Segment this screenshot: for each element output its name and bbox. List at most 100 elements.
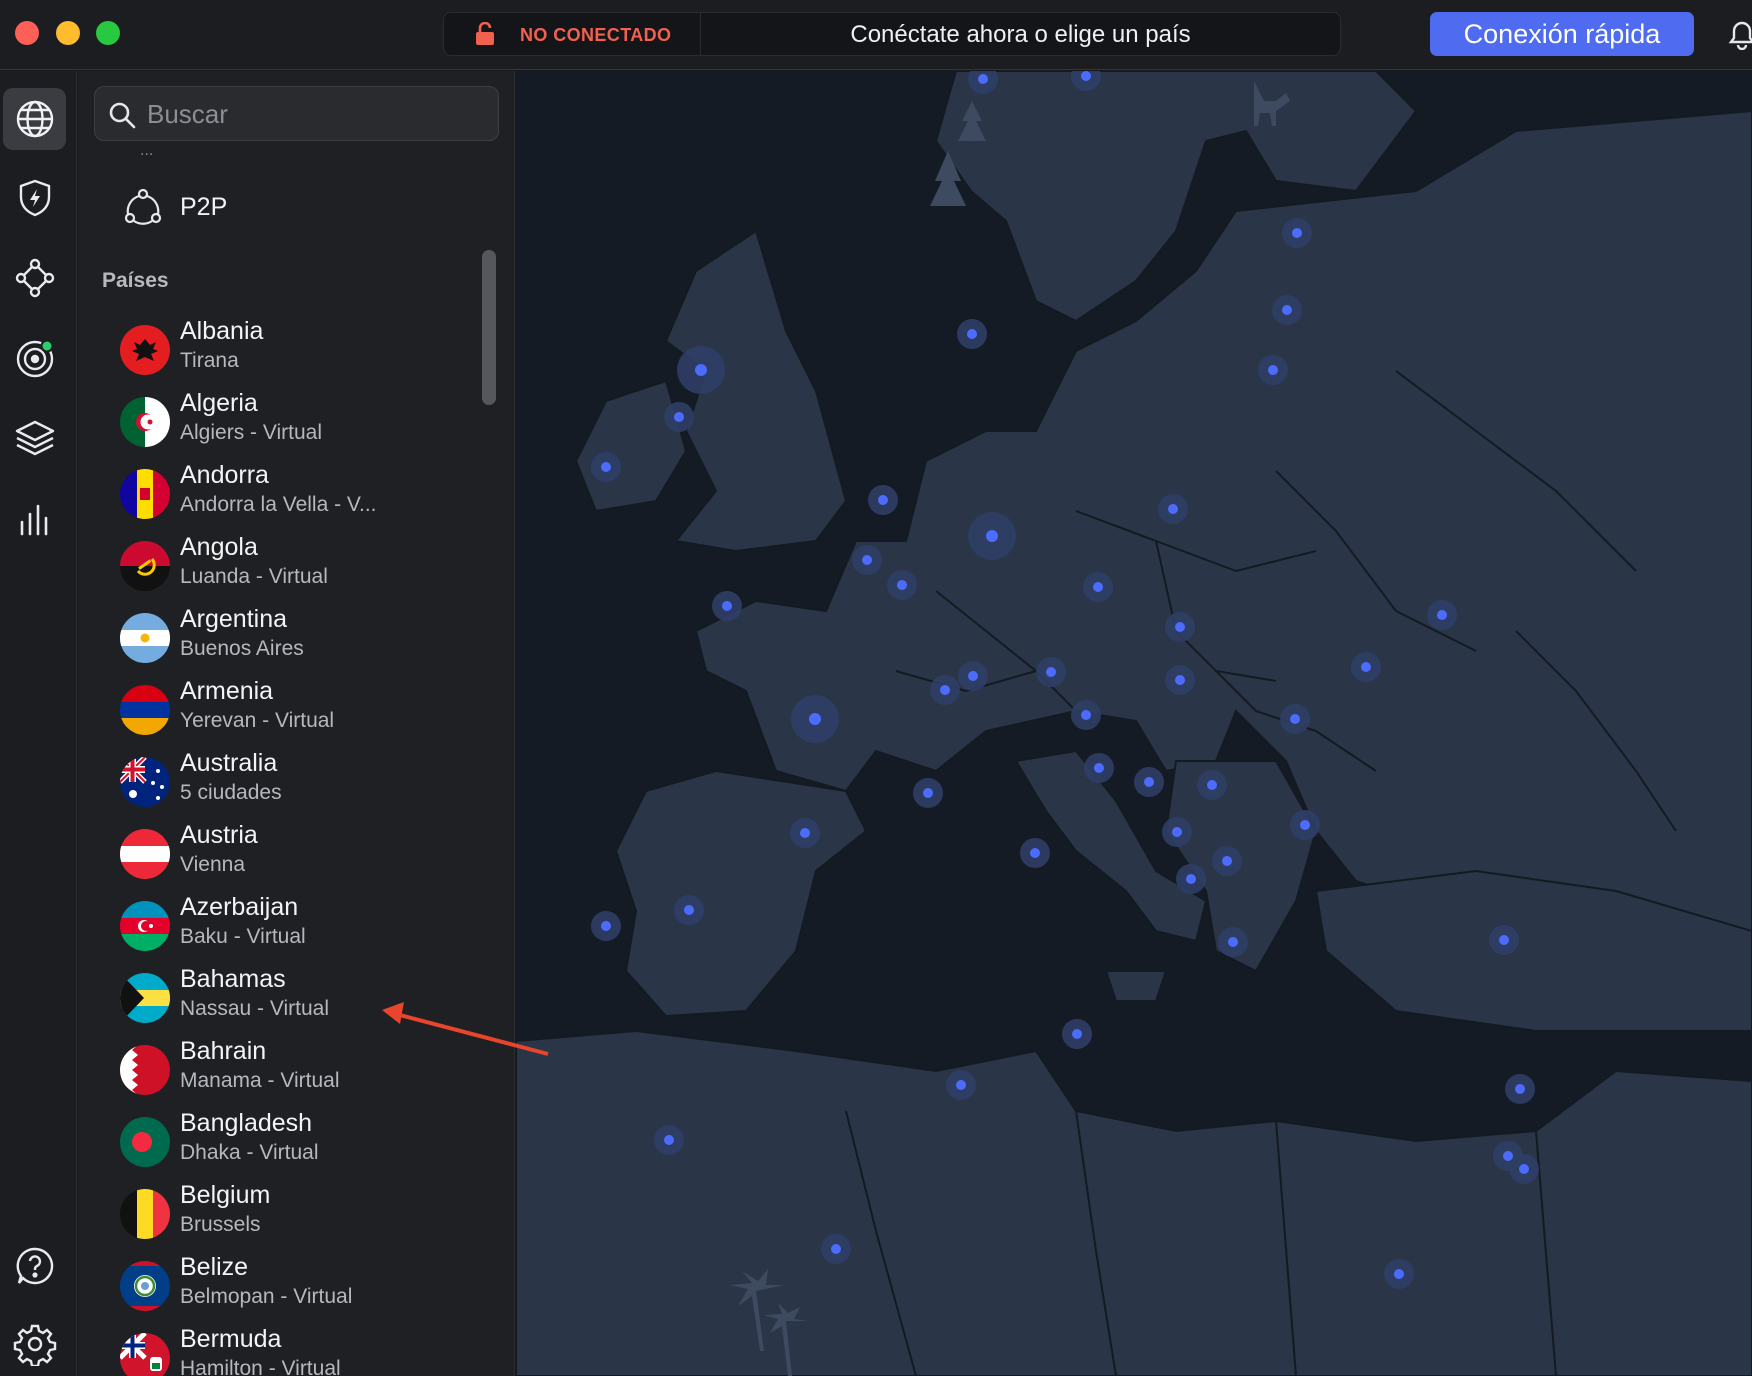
belize-flag-icon <box>120 1261 170 1311</box>
help-icon <box>16 1247 53 1285</box>
country-item-angola[interactable]: Angola Luanda - Virtual <box>120 533 460 595</box>
country-city: Manama - Virtual <box>180 1069 340 1092</box>
country-item-bermuda[interactable]: Bermuda Hamilton - Virtual <box>120 1325 460 1376</box>
country-city: 5 ciudades <box>180 781 282 804</box>
country-city: Buenos Aires <box>180 637 304 660</box>
argentina-flag-icon <box>120 613 170 663</box>
rail-settings-button[interactable] <box>3 1313 66 1375</box>
country-item-armenia[interactable]: Armenia Yerevan - Virtual <box>120 677 460 739</box>
rail-threat-protection-button[interactable] <box>3 167 66 229</box>
country-name: Andorra <box>180 461 269 489</box>
bangladesh-flag-icon <box>120 1117 170 1167</box>
country-name: Australia <box>180 749 278 777</box>
connection-status: NO CONECTADO <box>444 13 701 55</box>
gear-icon <box>13 1324 56 1366</box>
country-name: Azerbaijan <box>180 893 299 921</box>
europe-map <box>516 71 1752 1376</box>
country-name: Bahrain <box>180 1037 267 1065</box>
rail-help-button[interactable] <box>3 1235 66 1297</box>
country-city: Dhaka - Virtual <box>180 1141 319 1164</box>
p2p-item[interactable]: P2P <box>122 182 227 232</box>
country-city: Andorra la Vella - V... <box>180 493 377 516</box>
server-map[interactable] <box>516 71 1752 1376</box>
country-name: Albania <box>180 317 264 345</box>
country-name: Belgium <box>180 1181 271 1209</box>
azerbaijan-flag-icon <box>120 901 170 951</box>
search-input[interactable] <box>147 95 487 133</box>
country-name: Algeria <box>180 389 258 417</box>
armenia-flag-icon <box>120 685 170 735</box>
zoom-window-button[interactable] <box>96 21 120 45</box>
shield-bolt-icon <box>19 179 50 217</box>
status-label: NO CONECTADO <box>520 25 672 45</box>
country-city: Hamilton - Virtual <box>180 1357 341 1376</box>
p2p-icon <box>124 188 162 225</box>
bermuda-flag-icon <box>120 1333 170 1376</box>
country-item-bahamas[interactable]: Bahamas Nassau - Virtual <box>120 965 460 1027</box>
country-item-austria[interactable]: Austria Vienna <box>120 821 460 883</box>
p2p-label: P2P <box>180 192 228 221</box>
globe-icon <box>16 100 53 138</box>
rail-dark-web-monitor-button[interactable] <box>3 327 66 389</box>
country-city: Belmopan - Virtual <box>180 1285 353 1308</box>
quick-connect-button[interactable]: Conexión rápida <box>1430 12 1694 56</box>
country-name: Bahamas <box>180 965 286 993</box>
country-name: Austria <box>180 821 258 849</box>
country-city: Vienna <box>180 853 246 876</box>
rail-meshnet-button[interactable] <box>3 247 66 309</box>
bahrain-flag-icon <box>120 1045 170 1095</box>
rail-countries-button[interactable] <box>3 88 66 150</box>
country-item-algeria[interactable]: Algeria Algiers - Virtual <box>120 389 460 451</box>
stats-icon <box>20 504 47 536</box>
panel-scrollbar[interactable] <box>482 250 496 405</box>
country-item-belgium[interactable]: Belgium Brussels <box>120 1181 460 1243</box>
search-box <box>94 86 499 141</box>
rail-specialty-servers-button[interactable] <box>3 407 66 469</box>
country-item-azerbaijan[interactable]: Azerbaijan Baku - Virtual <box>120 893 460 955</box>
minimize-window-button[interactable] <box>56 21 80 45</box>
country-item-belize[interactable]: Belize Belmopan - Virtual <box>120 1253 460 1315</box>
country-name: Argentina <box>180 605 288 633</box>
bell-icon[interactable] <box>1728 20 1752 50</box>
country-item-bahrain[interactable]: Bahrain Manama - Virtual <box>120 1037 460 1099</box>
belgium-flag-icon <box>120 1189 170 1239</box>
country-item-bangladesh[interactable]: Bangladesh Dhaka - Virtual <box>120 1109 460 1171</box>
algeria-flag-icon <box>120 397 170 447</box>
status-message: Conéctate ahora o elige un país <box>850 21 1191 48</box>
country-city: Brussels <box>180 1213 261 1236</box>
andorra-flag-icon <box>120 469 170 519</box>
country-city: Baku - Virtual <box>180 925 306 948</box>
country-panel: ... P2P Países Albania Tirana Algeria Al… <box>78 71 515 1376</box>
connection-status-bar: NO CONECTADO Conéctate ahora o elige un … <box>443 12 1341 56</box>
meshnet-icon <box>15 258 54 298</box>
country-city: Yerevan - Virtual <box>180 709 335 732</box>
search-icon <box>109 102 136 129</box>
australia-flag-icon <box>120 757 170 807</box>
country-city: Luanda - Virtual <box>180 565 328 588</box>
country-item-andorra[interactable]: Andorra Andorra la Vella - V... <box>120 461 460 523</box>
title-bar: NO CONECTADO Conéctate ahora o elige un … <box>0 0 1752 70</box>
country-city: Algiers - Virtual <box>180 421 322 444</box>
country-name: Belize <box>180 1253 249 1281</box>
country-item-argentina[interactable]: Argentina Buenos Aires <box>120 605 460 667</box>
country-name: Bangladesh <box>180 1109 313 1137</box>
radar-icon <box>16 339 53 378</box>
countries-section-title: Países <box>102 269 169 292</box>
country-city: Nassau - Virtual <box>180 997 330 1020</box>
angola-flag-icon <box>120 541 170 591</box>
more-indicator: ... <box>140 143 154 159</box>
country-name: Angola <box>180 533 258 561</box>
rail-statistics-button[interactable] <box>3 487 66 549</box>
unlocked-icon <box>476 22 494 45</box>
country-item-australia[interactable]: Australia 5 ciudades <box>120 749 460 811</box>
navigation-rail <box>0 71 77 1376</box>
austria-flag-icon <box>120 829 170 879</box>
close-window-button[interactable] <box>15 21 39 45</box>
bahamas-flag-icon <box>120 973 170 1023</box>
country-name: Bermuda <box>180 1325 282 1353</box>
country-item-albania[interactable]: Albania Tirana <box>120 317 460 379</box>
country-city: Tirana <box>180 349 239 372</box>
albania-flag-icon <box>120 325 170 375</box>
country-name: Armenia <box>180 677 274 705</box>
layers-icon <box>15 420 54 456</box>
